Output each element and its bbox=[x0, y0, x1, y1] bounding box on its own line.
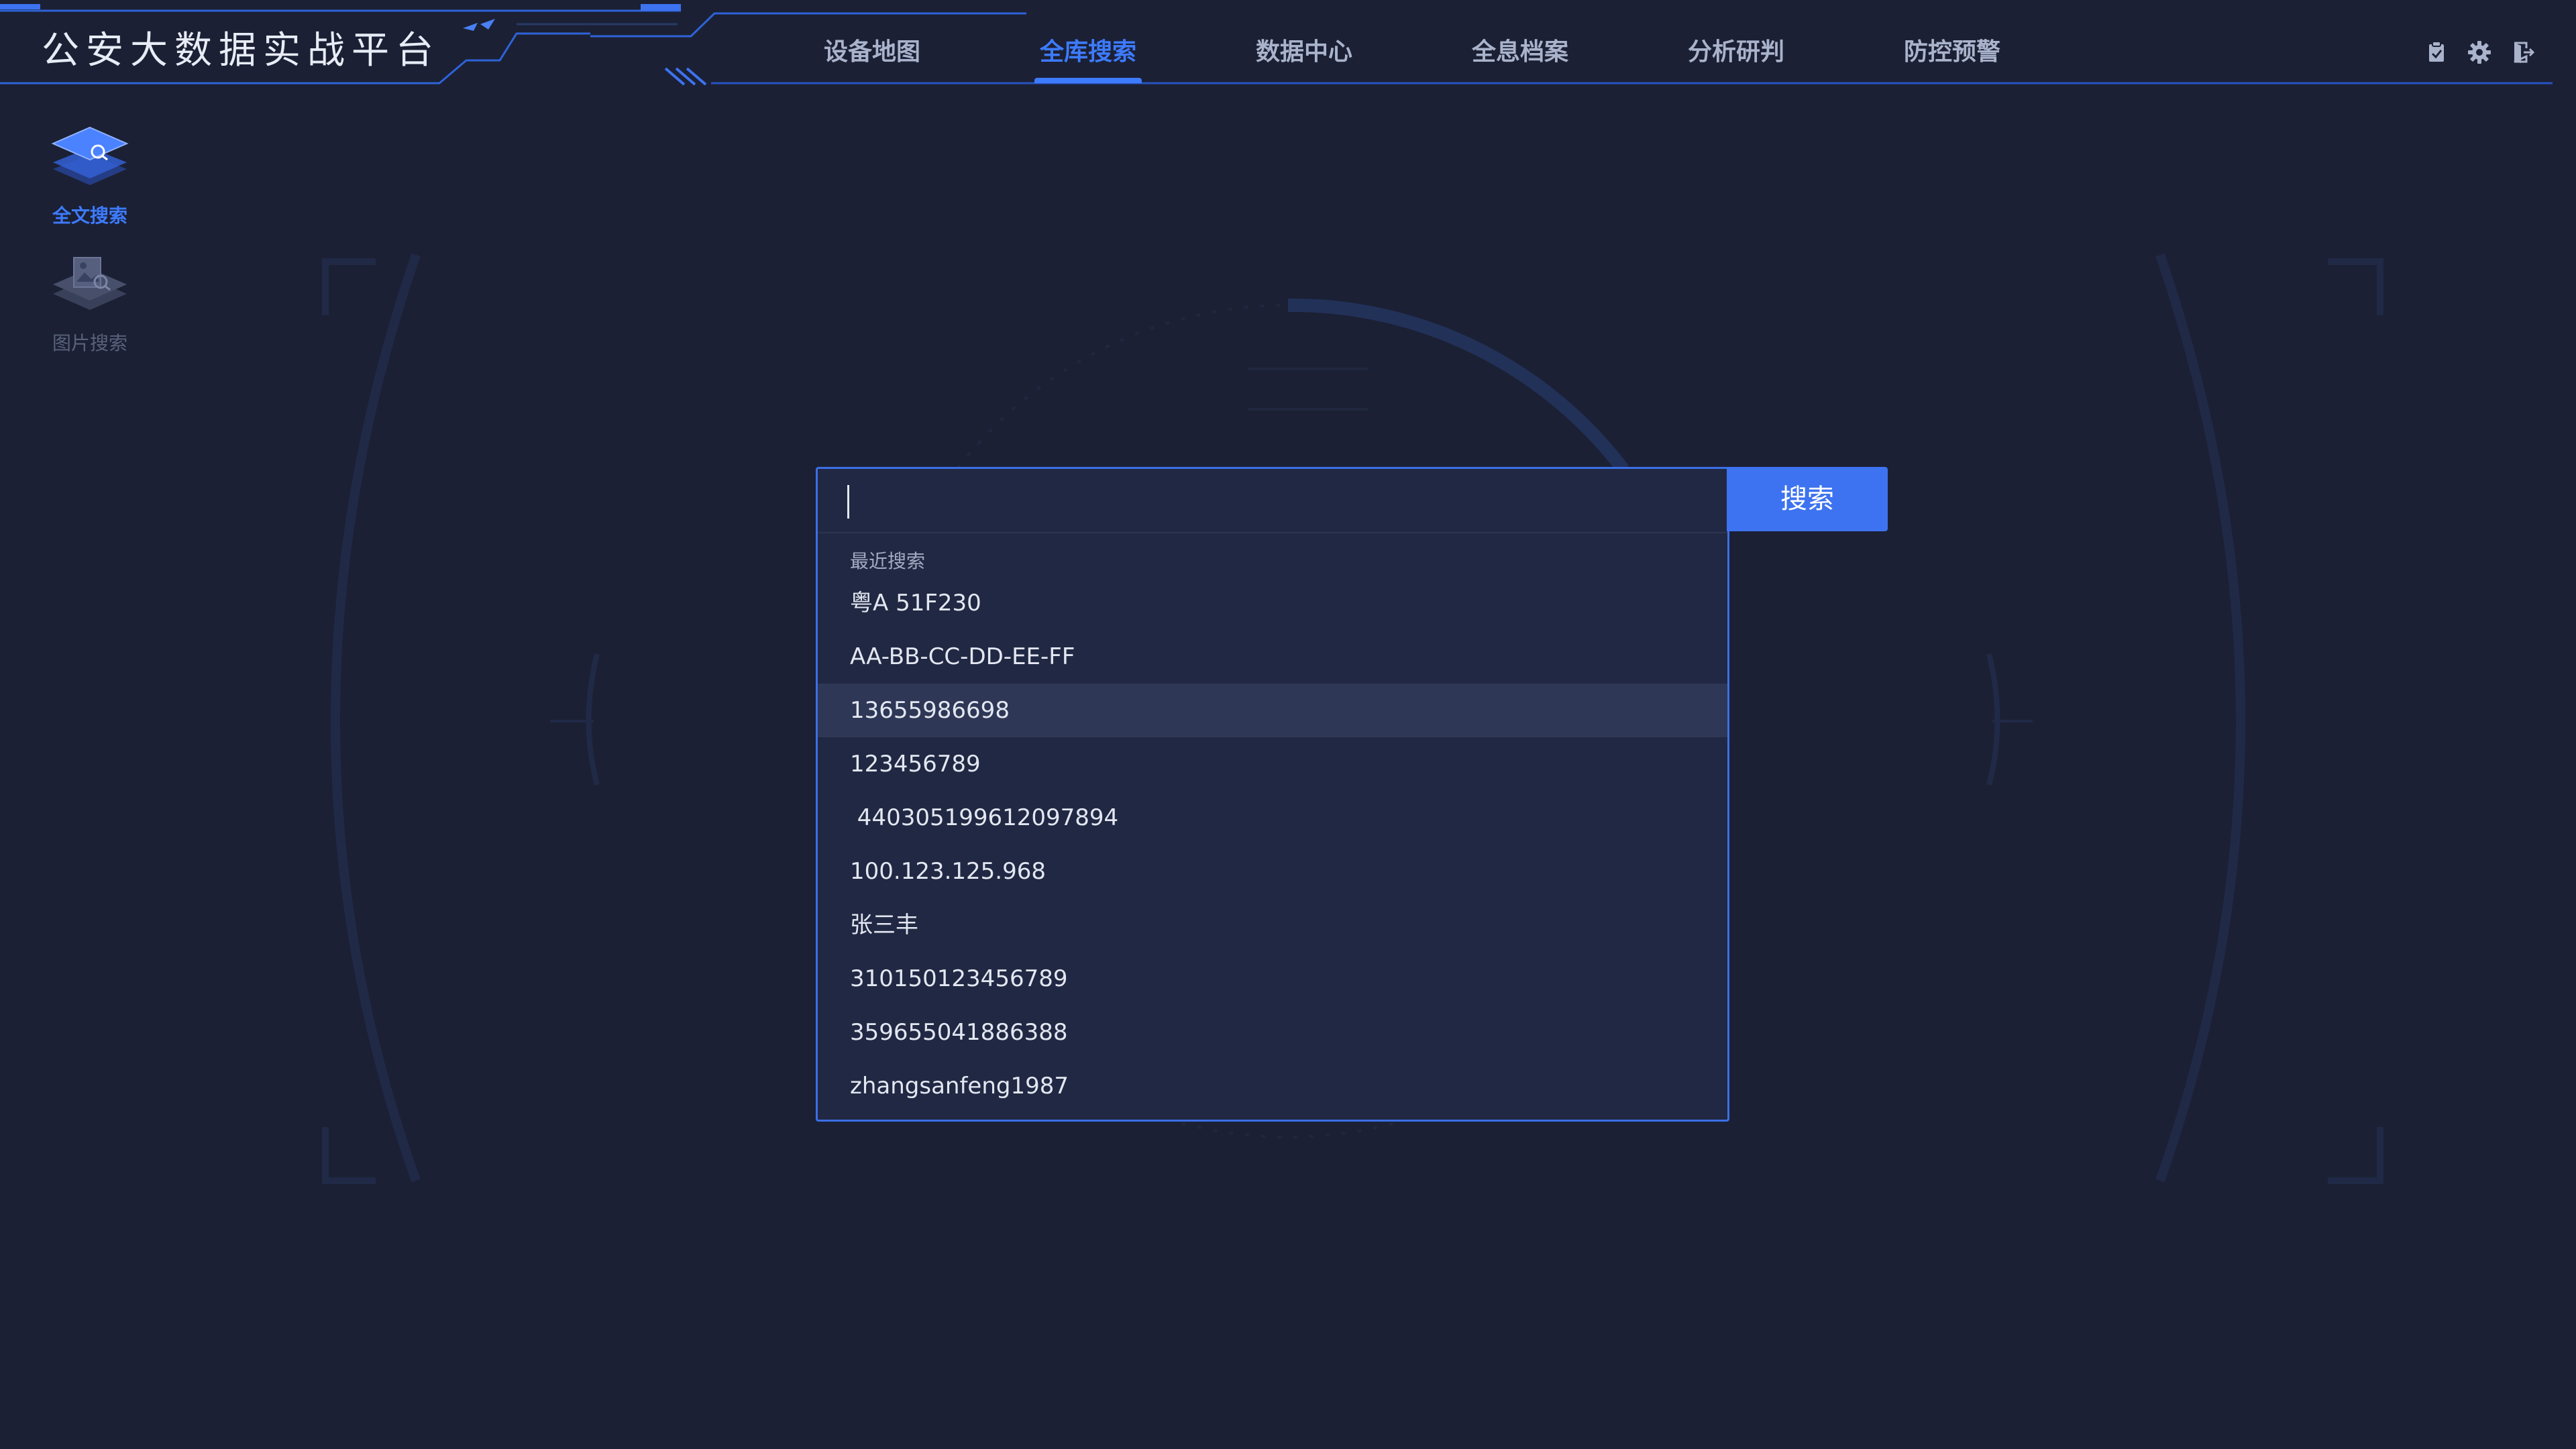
recent-search-item[interactable]: 100.123.125.968 bbox=[818, 845, 1727, 898]
tab-label: 分析研判 bbox=[1687, 38, 1784, 66]
tab-label: 全库搜索 bbox=[1039, 38, 1136, 66]
recent-searches-list: 粤A 51F230 AA-BB-CC-DD-EE-FF 13655986698 … bbox=[818, 576, 1727, 1113]
sidebar-item-full-text-search[interactable]: 全文搜索 bbox=[30, 121, 150, 228]
search-button[interactable]: 搜索 bbox=[1727, 467, 1888, 531]
tab-data-center[interactable]: 数据中心 bbox=[1230, 25, 1378, 85]
tab-label: 防控预警 bbox=[1903, 38, 2000, 66]
top-header: 公安大数据实战平台 设备地图 全库搜索 数据中心 全息档案 分析研判 防控预警 bbox=[0, 0, 2576, 94]
tab-full-search[interactable]: 全库搜索 bbox=[1014, 25, 1162, 85]
sidebar-item-label: 图片搜索 bbox=[52, 332, 127, 354]
tab-label: 全息档案 bbox=[1471, 38, 1568, 66]
app-title: 公安大数据实战平台 bbox=[42, 29, 440, 72]
tab-underline bbox=[1034, 78, 1142, 83]
gear-icon[interactable] bbox=[2466, 39, 2493, 66]
tab-device-map[interactable]: 设备地图 bbox=[798, 25, 946, 85]
tab-label: 数据中心 bbox=[1255, 38, 1352, 66]
recent-search-item[interactable]: zhangsanfeng1987 bbox=[818, 1059, 1727, 1113]
layers-search-icon bbox=[51, 126, 129, 185]
image-search-icon bbox=[53, 257, 127, 310]
search-input[interactable] bbox=[818, 469, 1727, 533]
recent-searches-header: 最近搜索 bbox=[850, 550, 926, 572]
recent-search-item[interactable]: 310150123456789 bbox=[818, 952, 1727, 1006]
logout-icon[interactable] bbox=[2509, 39, 2536, 66]
tab-analysis[interactable]: 分析研判 bbox=[1662, 25, 1810, 85]
recent-search-item[interactable]: 359655041886388 bbox=[818, 1006, 1727, 1059]
tab-holographic-archive[interactable]: 全息档案 bbox=[1446, 25, 1594, 85]
search-dropdown: 最近搜索 粤A 51F230 AA-BB-CC-DD-EE-FF 1365598… bbox=[816, 467, 1729, 1122]
sidebar-item-image-search[interactable]: 图片搜索 bbox=[30, 248, 150, 356]
recent-search-item[interactable]: 张三丰 bbox=[818, 898, 1727, 952]
text-caret bbox=[847, 485, 849, 519]
clipboard-icon[interactable] bbox=[2423, 39, 2450, 66]
page: 公安大数据实战平台 设备地图 全库搜索 数据中心 全息档案 分析研判 防控预警 … bbox=[0, 0, 2576, 1449]
recent-search-item[interactable]: 粤A 51F230 bbox=[818, 576, 1727, 630]
recent-search-item[interactable]: 13655986698 bbox=[818, 684, 1727, 737]
recent-search-item[interactable]: 440305199612097894 bbox=[818, 791, 1727, 845]
tab-label: 设备地图 bbox=[823, 38, 920, 66]
recent-search-item[interactable]: 123456789 bbox=[818, 737, 1727, 791]
tab-prevention-alert[interactable]: 防控预警 bbox=[1878, 25, 2026, 85]
sidebar-item-label: 全文搜索 bbox=[52, 205, 127, 227]
recent-search-item[interactable]: AA-BB-CC-DD-EE-FF bbox=[818, 630, 1727, 684]
